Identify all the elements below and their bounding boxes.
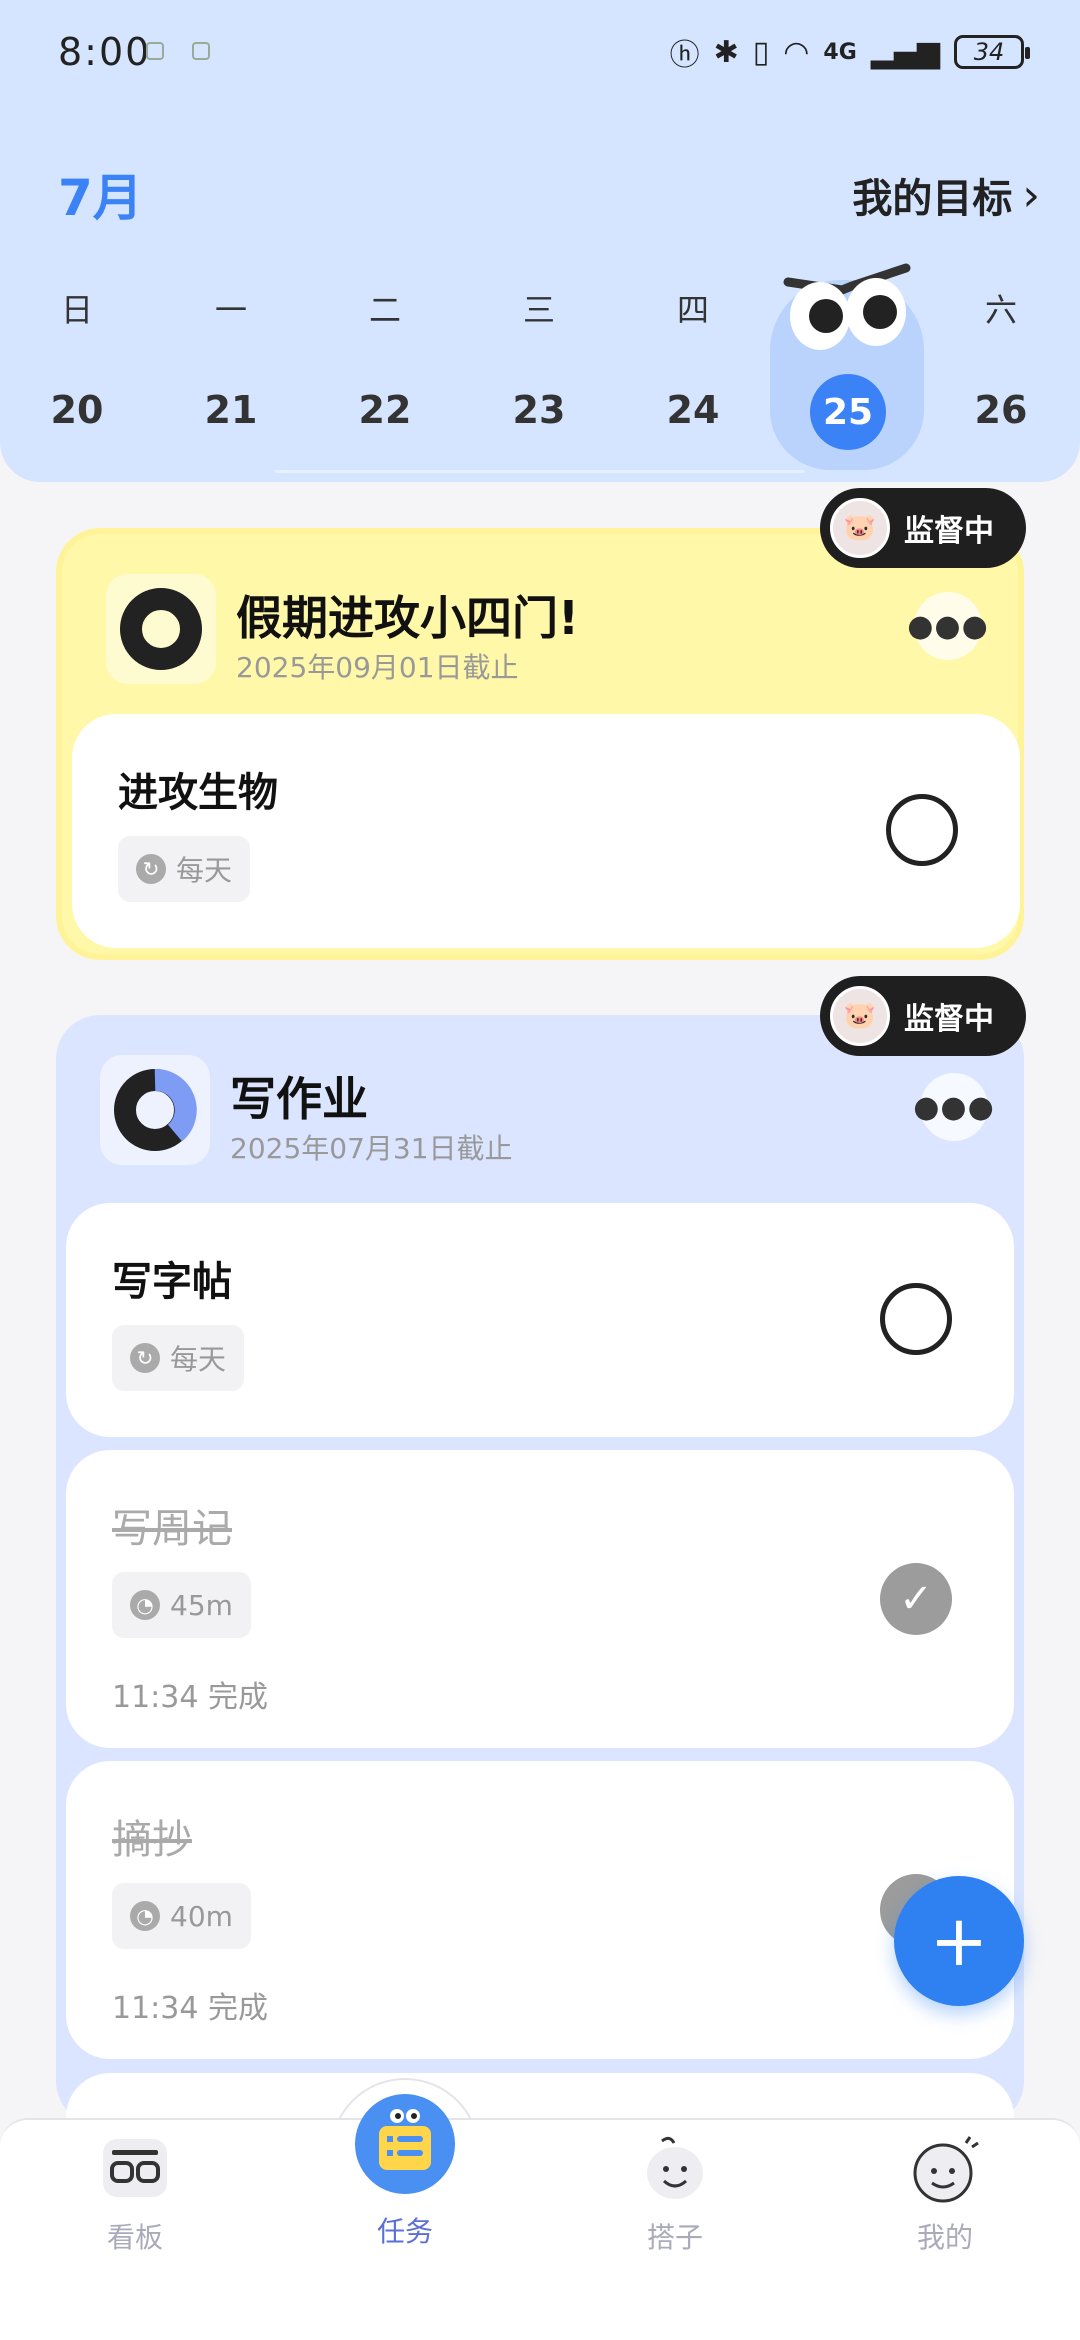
task-tag-label: 每天 <box>176 854 233 887</box>
notification-icon <box>146 42 164 60</box>
supervise-badge[interactable]: 🐷 监督中 <box>820 488 1026 568</box>
clock-icon: ◔ <box>130 1590 160 1620</box>
month-label: 7月 <box>58 169 143 227</box>
hd-icon: ⓗ <box>669 38 700 73</box>
supervise-badge[interactable]: 🐷 监督中 <box>820 976 1026 1056</box>
battery-level: 34 <box>973 38 1005 66</box>
header-divider <box>275 470 805 473</box>
goal-header: 写作业 2025年07月31日截止 ●●● <box>100 1055 994 1165</box>
nav-label: 搭子 <box>646 2221 703 2254</box>
avatar: 🐷 <box>830 498 890 558</box>
goal-title: 假期进攻小四门! <box>236 591 579 645</box>
nav-item-buddy[interactable]: 搭子 <box>595 2130 755 2256</box>
date-row: 20 21 22 23 24 26 <box>0 388 1080 438</box>
goal-card[interactable]: 假期进攻小四门! 2025年09月01日截止 ●●● 进攻生物 ↻ 每天 <box>56 528 1024 960</box>
task-duration-tag: ◔ 40m <box>112 1883 251 1949</box>
task-card[interactable]: 写字帖 ↻ 每天 <box>66 1203 1014 1437</box>
date-26[interactable]: 26 <box>951 388 1051 432</box>
clock-icon: ◔ <box>130 1901 160 1931</box>
status-bar: 8:00 ⓗ ✱ ▯ ◠ 4G ▂▄▆ 34 <box>0 0 1080 100</box>
date-20[interactable]: 20 <box>27 388 127 432</box>
weekday-label: 一 <box>214 291 247 329</box>
add-task-button[interactable]: + <box>894 1876 1024 2006</box>
task-title: 写周记 <box>112 1506 232 1552</box>
task-tag-label: 45m <box>170 1588 233 1622</box>
supervise-label: 监督中 <box>904 514 994 549</box>
status-time: 8:00 <box>58 30 152 74</box>
nav-item-tasks[interactable]: 任务 <box>325 2092 485 2250</box>
task-duration-tag: ◔ 45m <box>112 1572 251 1638</box>
weekday-label: 四 <box>676 291 709 329</box>
avatar: 🐷 <box>830 986 890 1046</box>
date-21[interactable]: 21 <box>181 388 281 432</box>
task-card[interactable]: 进攻生物 ↻ 每天 <box>72 714 1020 948</box>
nav-label: 任务 <box>376 2215 433 2248</box>
notification-icon <box>192 42 210 60</box>
wifi-icon: ◠ <box>783 34 810 70</box>
task-tag-label: 每天 <box>170 1343 227 1376</box>
nav-item-board[interactable]: 看板 <box>55 2130 215 2256</box>
my-goals-label: 我的目标 <box>852 176 1013 222</box>
check-icon[interactable]: ✓ <box>880 1563 952 1635</box>
task-title: 摘抄 <box>112 1817 192 1863</box>
weekday-label: 六 <box>984 291 1017 329</box>
task-frequency-tag: ↻ 每天 <box>112 1325 245 1391</box>
task-card[interactable]: 摘抄 ◔ 40m 11:34 完成 ✓ <box>66 1761 1014 2059</box>
goal-card[interactable]: 写作业 2025年07月31日截止 ●●● 写字帖 ↻ 每天 写周记 ◔ 45m… <box>56 1015 1024 2193</box>
task-checkbox[interactable] <box>880 1283 952 1355</box>
task-icon <box>353 2092 457 2196</box>
task-title: 进攻生物 <box>118 770 278 816</box>
task-frequency-tag: ↻ 每天 <box>118 836 251 902</box>
more-options-button[interactable]: ●●● <box>907 592 988 660</box>
network-type: 4G <box>823 39 857 65</box>
task-completed-time: 11:34 完成 <box>112 1991 268 2026</box>
nav-item-profile[interactable]: 我的 <box>865 2130 1025 2256</box>
weekday-row: 日 一 二 三 四 六 <box>0 285 1080 329</box>
goal-progress-icon <box>100 1055 210 1165</box>
profile-icon <box>907 2130 983 2206</box>
repeat-icon: ↻ <box>136 854 166 884</box>
nav-label: 我的 <box>916 2221 973 2254</box>
more-options-button[interactable]: ●●● <box>913 1073 994 1141</box>
selected-date[interactable]: 25 <box>810 374 886 450</box>
vibrate-icon: ▯ <box>752 34 770 70</box>
goal-deadline: 2025年09月01日截止 <box>236 651 519 684</box>
goal-deadline: 2025年07月31日截止 <box>230 1132 513 1165</box>
task-card[interactable]: 写周记 ◔ 45m 11:34 完成 ✓ <box>66 1450 1014 1748</box>
nav-label: 看板 <box>106 2221 163 2254</box>
buddy-icon <box>637 2130 713 2206</box>
date-22[interactable]: 22 <box>335 388 435 432</box>
goal-header: 假期进攻小四门! 2025年09月01日截止 ●●● <box>106 574 988 684</box>
task-title: 写字帖 <box>112 1259 232 1305</box>
goal-progress-icon <box>106 574 216 684</box>
date-24[interactable]: 24 <box>643 388 743 432</box>
signal-icon: ▂▄▆ <box>870 34 940 70</box>
board-icon <box>97 2130 173 2206</box>
supervise-label: 监督中 <box>904 1002 994 1037</box>
weekday-label: 日 <box>60 291 93 329</box>
repeat-icon: ↻ <box>130 1343 160 1373</box>
status-icons: ⓗ ✱ ▯ ◠ 4G ▂▄▆ 34 <box>669 30 1030 74</box>
weekday-label: 三 <box>522 291 555 329</box>
task-checkbox[interactable] <box>886 794 958 866</box>
bluetooth-icon: ✱ <box>713 34 739 70</box>
weekday-label: 二 <box>368 291 401 329</box>
task-completed-time: 11:34 完成 <box>112 1680 268 1715</box>
chevron-right-icon: › <box>1022 169 1040 221</box>
my-goals-link[interactable]: 我的目标 › <box>852 166 1040 224</box>
date-23[interactable]: 23 <box>489 388 589 432</box>
battery-icon: 34 <box>954 35 1030 69</box>
goal-title: 写作业 <box>230 1072 368 1126</box>
task-tag-label: 40m <box>170 1899 233 1933</box>
